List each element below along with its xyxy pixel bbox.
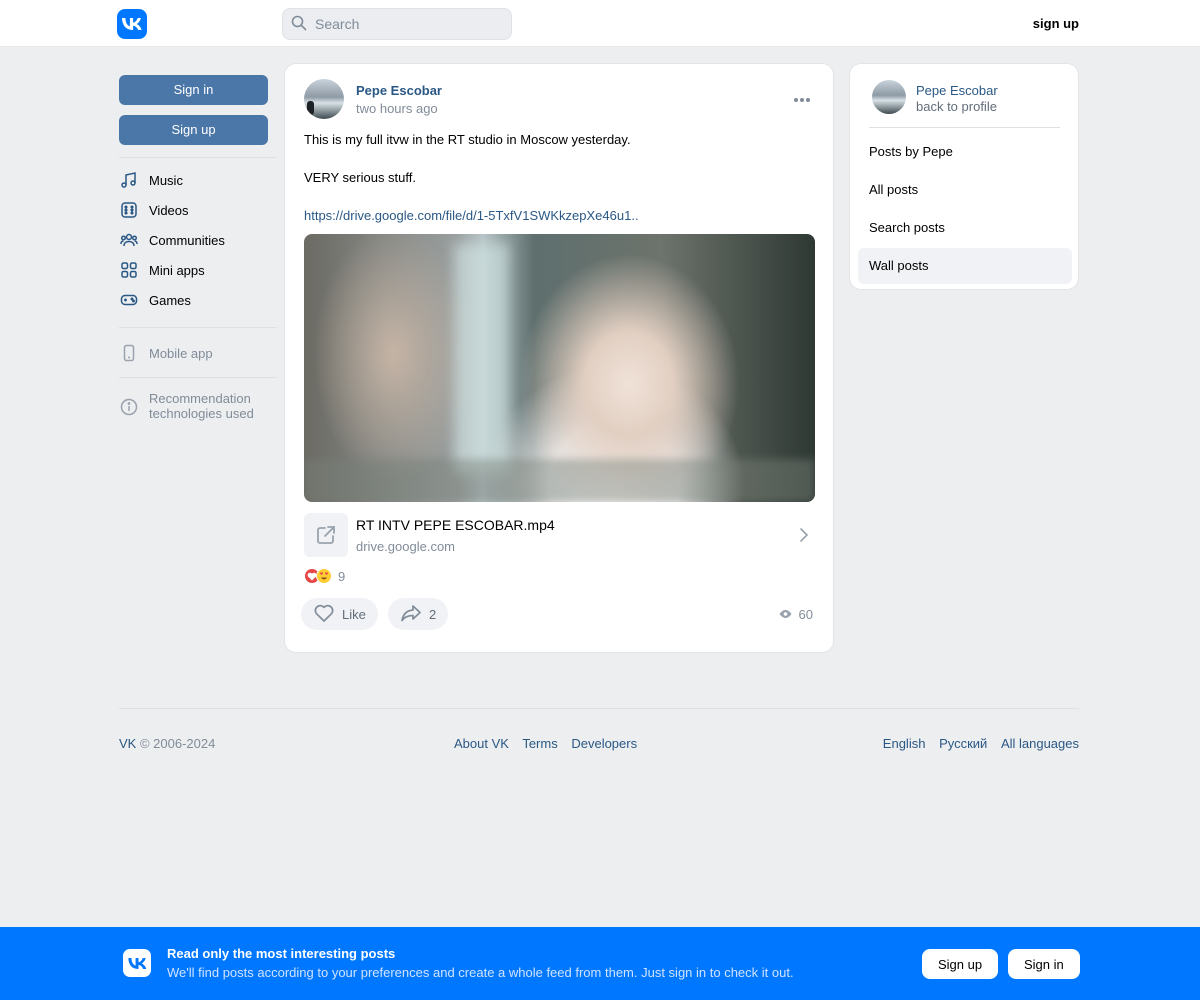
views-counter: 60 [778, 607, 813, 622]
nav-label: Communities [149, 232, 225, 248]
nav-label: Mobile app [149, 345, 213, 361]
signin-button[interactable]: Sign in [119, 75, 268, 105]
video-icon [119, 200, 139, 220]
vk-logo-icon [123, 949, 151, 977]
language-all[interactable]: All languages [1001, 736, 1079, 751]
post-text: This is my full itvw in the RT studio in… [304, 130, 816, 225]
like-label: Like [342, 606, 366, 622]
info-icon [119, 397, 139, 417]
nav-item-recommendations[interactable]: Recommendation technologies used [119, 391, 277, 423]
nav-item-music[interactable]: Music [119, 165, 277, 195]
nav-item-mobile-app[interactable]: Mobile app [119, 338, 277, 368]
attachment-link-card[interactable]: RT INTV PEPE ESCOBAR.mp4 drive.google.co… [304, 513, 815, 559]
footer-link-about[interactable]: About VK [454, 736, 509, 751]
banner-signup-button[interactable]: Sign up [922, 949, 999, 979]
post-media-thumbnail[interactable] [304, 234, 815, 502]
menu-all-posts[interactable]: All posts [858, 172, 1072, 208]
footer-divider [119, 708, 1079, 709]
nav-label: Mini apps [149, 262, 205, 278]
chevron-right-icon [799, 527, 809, 546]
banner-subtitle: We'll find posts according to your prefe… [167, 965, 794, 980]
external-link-icon [304, 513, 348, 557]
nav-item-mini-apps[interactable]: Mini apps [119, 255, 277, 285]
gamepad-icon [119, 290, 139, 310]
footer-link-developers[interactable]: Developers [571, 736, 637, 751]
header-signup-link[interactable]: sign up [1033, 16, 1079, 31]
nav-label: Recommendation technologies used [149, 391, 254, 421]
post-text-line: VERY serious stuff. [304, 170, 417, 185]
attachment-domain: drive.google.com [356, 539, 455, 554]
nav-item-communities[interactable]: Communities [119, 225, 277, 255]
like-button[interactable]: Like [301, 598, 378, 630]
post-drive-link[interactable]: https://drive.google.com/file/d/1-5TxfV1… [304, 208, 639, 223]
back-to-profile-link[interactable]: back to profile [916, 99, 997, 114]
post-author-link[interactable]: Pepe Escobar [356, 83, 442, 98]
more-options-icon[interactable] [793, 91, 811, 106]
apps-grid-icon [119, 260, 139, 280]
heart-eyes-reaction-icon [316, 568, 332, 584]
profile-avatar[interactable] [872, 80, 906, 114]
profile-name-link[interactable]: Pepe Escobar [916, 83, 998, 98]
top-header: sign up [0, 0, 1200, 47]
nav-item-videos[interactable]: Videos [119, 195, 277, 225]
nav-label: Games [149, 292, 191, 308]
music-note-icon [119, 170, 139, 190]
menu-wall-posts[interactable]: Wall posts [858, 248, 1072, 284]
recommendation-line-2: technologies used [149, 406, 254, 421]
nav-label: Videos [149, 202, 189, 218]
language-english[interactable]: English [883, 736, 926, 751]
banner-signin-button[interactable]: Sign in [1008, 949, 1080, 979]
share-count: 2 [429, 606, 437, 622]
signin-promo-banner: Read only the most interesting posts We'… [0, 927, 1200, 1000]
divider [119, 377, 277, 378]
vk-logo-icon[interactable] [117, 9, 147, 39]
search-field[interactable] [282, 8, 512, 40]
language-russian[interactable]: Русский [939, 736, 987, 751]
recommendation-line-1: Recommendation [149, 391, 251, 406]
menu-posts-by-pepe[interactable]: Posts by Pepe [858, 134, 1072, 170]
footer-links: About VK Terms Developers [454, 736, 647, 751]
nav-label: Music [149, 172, 183, 188]
users-icon [119, 230, 139, 250]
divider [119, 327, 277, 328]
post-text-line: This is my full itvw in the RT studio in… [304, 132, 631, 147]
left-sidebar: Sign in Sign up Music Videos Communities… [119, 75, 277, 423]
views-count: 60 [798, 607, 813, 622]
vk-home-link[interactable]: VK [119, 736, 136, 751]
divider [869, 127, 1060, 128]
copyright: VK © 2006-2024 [119, 736, 215, 751]
menu-search-posts[interactable]: Search posts [858, 210, 1072, 246]
right-panel: Pepe Escobar back to profile Posts by Pe… [849, 63, 1079, 290]
author-avatar[interactable] [304, 79, 344, 119]
search-input[interactable] [315, 16, 495, 32]
nav-item-games[interactable]: Games [119, 285, 277, 315]
reactions-count: 9 [338, 568, 346, 584]
post-card: Pepe Escobar two hours ago This is my fu… [284, 63, 834, 653]
page-footer: VK © 2006-2024 About VK Terms Developers… [119, 736, 1079, 751]
phone-icon [119, 343, 139, 363]
banner-title: Read only the most interesting posts [167, 946, 396, 961]
share-icon [400, 603, 422, 626]
post-time-link[interactable]: two hours ago [356, 101, 438, 116]
share-button[interactable]: 2 [388, 598, 449, 630]
copyright-years: © 2006-2024 [136, 736, 216, 751]
divider [119, 157, 277, 158]
language-links: English Русский All languages [873, 736, 1079, 751]
reactions-summary[interactable]: 9 [304, 568, 345, 584]
search-icon [291, 15, 307, 34]
heart-icon [313, 603, 335, 626]
signup-button[interactable]: Sign up [119, 115, 268, 145]
eye-icon [778, 607, 793, 622]
attachment-title: RT INTV PEPE ESCOBAR.mp4 [356, 517, 555, 533]
footer-link-terms[interactable]: Terms [522, 736, 557, 751]
